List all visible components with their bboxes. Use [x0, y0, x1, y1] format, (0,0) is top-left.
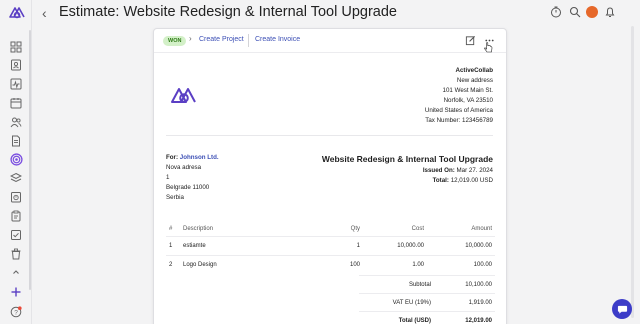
client-name-link[interactable]: Johnson Ltd. [180, 154, 219, 161]
row-cost: 10,000.00 [363, 235, 427, 255]
issued-value: Mar 27. 2024 [456, 167, 493, 174]
company-name: ActiveCollab [455, 67, 493, 74]
target-icon[interactable] [7, 150, 25, 168]
company-country: United States of America [424, 106, 493, 114]
client-line4: Serbia [166, 193, 184, 201]
trash-icon[interactable] [10, 248, 22, 260]
client-info: For: Johnson Ltd. Nova adresa 1 Belgrade… [166, 153, 219, 203]
row-description: Logo Design [180, 254, 303, 274]
activity-icon[interactable] [10, 78, 22, 90]
people-icon[interactable] [10, 116, 22, 128]
back-chevron-icon[interactable]: ‹ [42, 5, 47, 21]
avatar[interactable] [586, 6, 598, 18]
total-value: 12,019.00 USD [450, 177, 493, 184]
line-items-table: # Description Qty Cost Amount 1 estiamte… [166, 222, 495, 274]
layers-icon[interactable] [10, 172, 22, 184]
checklist-icon[interactable] [10, 229, 22, 241]
estimate-title: Website Redesign & Internal Tool Upgrade [321, 154, 493, 164]
status-badge: WON [163, 36, 187, 46]
search-icon[interactable] [569, 6, 581, 18]
row-description: estiamte [180, 235, 303, 255]
content-scrollbar[interactable] [631, 26, 634, 318]
table-row: 2 Logo Design 100 1.00 100.00 [166, 254, 495, 274]
col-num: # [169, 225, 173, 232]
grand-total-row: Total (USD) 12,019.00 [359, 311, 495, 324]
vat-label: VAT EU (19%) [392, 300, 431, 306]
divider [166, 135, 493, 136]
client-for: For: Johnson Ltd. [166, 153, 219, 163]
sidebar: ? [0, 0, 32, 324]
row-qty: 1 [303, 235, 363, 255]
company-address3: Norfolk, VA 23510 [443, 96, 493, 104]
client-line1: Nova adresa [166, 163, 202, 171]
subtotal-label: Subtotal [408, 282, 431, 288]
sidebar-scrollbar[interactable] [29, 30, 31, 290]
col-description: Description [183, 225, 214, 232]
estimate-meta: Issued On: Mar 27. 2024 Total: 12,019.00… [423, 166, 493, 186]
row-amount: 100.00 [427, 254, 495, 274]
mouse-pointer-icon [484, 42, 493, 53]
row-qty: 100 [303, 254, 363, 274]
create-invoice-link[interactable]: Create Invoice [255, 36, 300, 43]
issued-label: Issued On: [422, 167, 455, 174]
company-address2: 101 West Main St. [442, 86, 493, 94]
total-label: Total: [432, 177, 449, 184]
row-num: 2 [166, 254, 180, 274]
create-project-link[interactable]: Create Project [199, 36, 244, 43]
estimate-card: WON › Create Project Create Invoice Acti… [153, 28, 507, 324]
row-num: 1 [166, 235, 180, 255]
edit-icon[interactable] [465, 35, 476, 46]
client-line3: Belgrade 11000 [166, 183, 210, 191]
client-line2: 1 [166, 173, 170, 181]
app-window: ? ‹ Estimate: Website Redesign & Interna… [0, 0, 640, 324]
contacts-icon[interactable] [10, 59, 22, 71]
help-icon[interactable]: ? [10, 306, 22, 318]
company-address1: New address [456, 76, 493, 84]
dashboard-icon[interactable] [10, 41, 22, 53]
calendar-icon[interactable] [10, 97, 22, 109]
row-cost: 1.00 [363, 254, 427, 274]
grand-total-label: Total (USD) [398, 318, 431, 324]
stopwatch-icon[interactable] [550, 6, 562, 18]
chevron-right-icon: › [189, 34, 192, 43]
col-qty: Qty [350, 225, 360, 232]
company-info: ActiveCollab New address 101 West Main S… [425, 66, 493, 125]
col-cost: Cost [411, 225, 424, 232]
vat-value: 1,919.00 [468, 300, 492, 306]
subtotal-value: 10,100.00 [465, 282, 492, 288]
document-icon[interactable] [10, 135, 22, 147]
chat-bubble-icon [617, 305, 627, 314]
table-row: 1 estiamte 1 10,000.00 10,000.00 [166, 235, 495, 255]
card-header: WON › Create Project Create Invoice [154, 29, 506, 53]
client-for-label: For: [166, 154, 179, 161]
svg-text:?: ? [14, 310, 18, 317]
vat-row: VAT EU (19%) 1,919.00 [359, 293, 495, 311]
grand-total-value: 12,019.00 [465, 318, 492, 324]
clipboard-icon[interactable] [10, 210, 22, 222]
plus-icon[interactable] [10, 286, 22, 298]
page-title: Estimate: Website Redesign & Internal To… [59, 4, 397, 20]
bell-icon[interactable] [604, 6, 616, 18]
row-amount: 10,000.00 [427, 235, 495, 255]
chat-button[interactable] [612, 299, 632, 319]
subtotal-row: Subtotal 10,100.00 [359, 275, 495, 293]
chevron-up-icon[interactable] [10, 266, 22, 278]
col-amount: Amount [471, 225, 492, 232]
app-logo-icon[interactable] [8, 4, 26, 20]
divider [248, 34, 249, 47]
company-tax: Tax Number: 123456789 [425, 116, 493, 124]
company-logo-icon [171, 88, 196, 103]
totals-block: Subtotal 10,100.00 VAT EU (19%) 1,919.00… [359, 275, 495, 324]
topbar: ‹ Estimate: Website Redesign & Internal … [33, 0, 640, 26]
timer-icon[interactable] [10, 191, 22, 203]
